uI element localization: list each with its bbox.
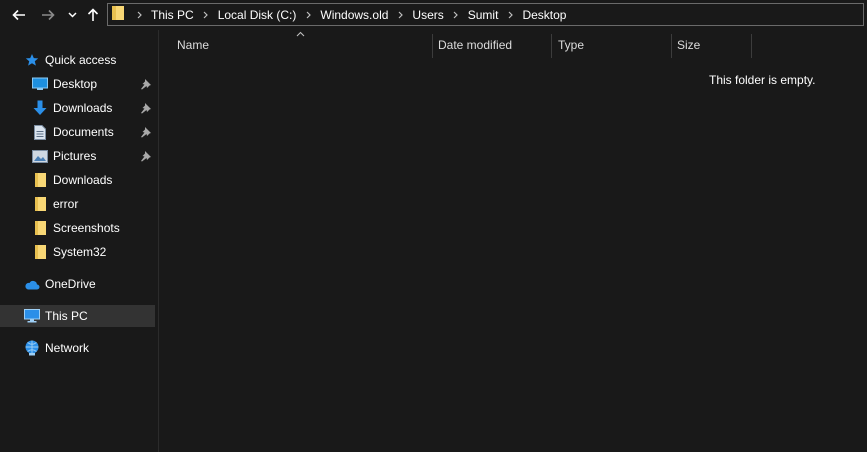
arrow-left-icon [12, 9, 25, 21]
sidebar-item-label: Desktop [53, 77, 98, 91]
sidebar-item-label: Network [45, 341, 90, 355]
pin-icon[interactable] [140, 126, 152, 138]
computer-icon [24, 308, 40, 324]
sidebar-item-label: Downloads [53, 101, 113, 115]
folder-icon [32, 172, 48, 188]
sidebar-item-label: Documents [53, 125, 114, 139]
breadcrumb-desktop[interactable]: Desktop [520, 5, 568, 25]
breadcrumb-separator-icon[interactable] [500, 5, 520, 25]
folder-icon [32, 220, 48, 236]
breadcrumb-separator-icon[interactable] [129, 5, 149, 25]
breadcrumb-users[interactable]: Users [410, 5, 445, 25]
breadcrumb-separator-icon[interactable] [298, 5, 318, 25]
folder-icon [32, 196, 48, 212]
sidebar-item-quick-access[interactable]: Quick access [0, 49, 155, 71]
recent-locations-button[interactable] [64, 5, 80, 25]
network-icon [24, 340, 40, 356]
download-icon [32, 100, 48, 116]
arrow-up-icon [87, 8, 99, 21]
sidebar-item-label: OneDrive [45, 277, 96, 291]
breadcrumb-separator-icon[interactable] [446, 5, 466, 25]
breadcrumb-local-disk[interactable]: Local Disk (C:) [216, 5, 299, 25]
file-explorer-window: This PC Local Disk (C:) Windows.old User… [0, 0, 867, 452]
breadcrumb-windows-old[interactable]: Windows.old [318, 5, 390, 25]
cloud-icon [24, 276, 40, 292]
up-button[interactable] [84, 5, 102, 25]
column-header-name[interactable]: Name [171, 30, 431, 60]
back-button[interactable] [9, 5, 29, 25]
sidebar-item-error[interactable]: error [0, 193, 155, 215]
sidebar-item-desktop-pinned[interactable]: Desktop [0, 73, 155, 95]
pin-icon[interactable] [140, 150, 152, 162]
sidebar-item-documents-pinned[interactable]: Documents [0, 121, 155, 143]
sidebar-item-network[interactable]: Network [0, 337, 155, 359]
breadcrumb-sumit[interactable]: Sumit [466, 5, 501, 25]
sidebar-item-label: Screenshots [53, 221, 120, 235]
folder-icon [111, 5, 125, 24]
document-icon [32, 124, 48, 140]
forward-button[interactable] [38, 5, 58, 25]
address-bar[interactable]: This PC Local Disk (C:) Windows.old User… [107, 3, 864, 26]
empty-folder-message: This folder is empty. [709, 73, 816, 87]
sidebar-item-downloads-pinned[interactable]: Downloads [0, 97, 155, 119]
column-headers: Name Date modified Type Size [159, 30, 867, 60]
sidebar-item-downloads-folder[interactable]: Downloads [0, 169, 155, 191]
column-header-date-modified[interactable]: Date modified [432, 30, 551, 60]
sidebar-item-onedrive[interactable]: OneDrive [0, 273, 155, 295]
breadcrumb-separator-icon[interactable] [196, 5, 216, 25]
sidebar-item-system32[interactable]: System32 [0, 241, 155, 263]
arrow-right-icon [42, 9, 55, 21]
sidebar-item-this-pc[interactable]: This PC [0, 305, 155, 327]
column-header-type[interactable]: Type [552, 30, 671, 60]
sidebar-item-label: Quick access [45, 53, 117, 67]
column-header-size[interactable]: Size [671, 30, 751, 60]
column-divider[interactable] [751, 34, 752, 58]
sidebar-item-pictures-pinned[interactable]: Pictures [0, 145, 155, 167]
breadcrumb-separator-icon[interactable] [390, 5, 410, 25]
desktop-icon [32, 76, 48, 92]
breadcrumb-this-pc[interactable]: This PC [149, 5, 196, 25]
pin-icon[interactable] [140, 102, 152, 114]
sidebar-item-screenshots[interactable]: Screenshots [0, 217, 155, 239]
folder-icon [32, 244, 48, 260]
star-icon [24, 52, 40, 68]
navigation-pane: Quick access Desktop Downloads Documents… [0, 30, 158, 452]
file-list-pane[interactable]: Name Date modified Type Size This folder… [159, 30, 867, 452]
sidebar-item-label: error [53, 197, 79, 211]
sidebar-item-label: Downloads [53, 173, 113, 187]
sidebar-item-label: System32 [53, 245, 107, 259]
chevron-down-icon [67, 12, 77, 18]
sidebar-item-label: This PC [45, 309, 88, 323]
pictures-icon [32, 148, 48, 164]
pin-icon[interactable] [140, 78, 152, 90]
navigation-bar: This PC Local Disk (C:) Windows.old User… [0, 0, 867, 30]
sidebar-item-label: Pictures [53, 149, 97, 163]
